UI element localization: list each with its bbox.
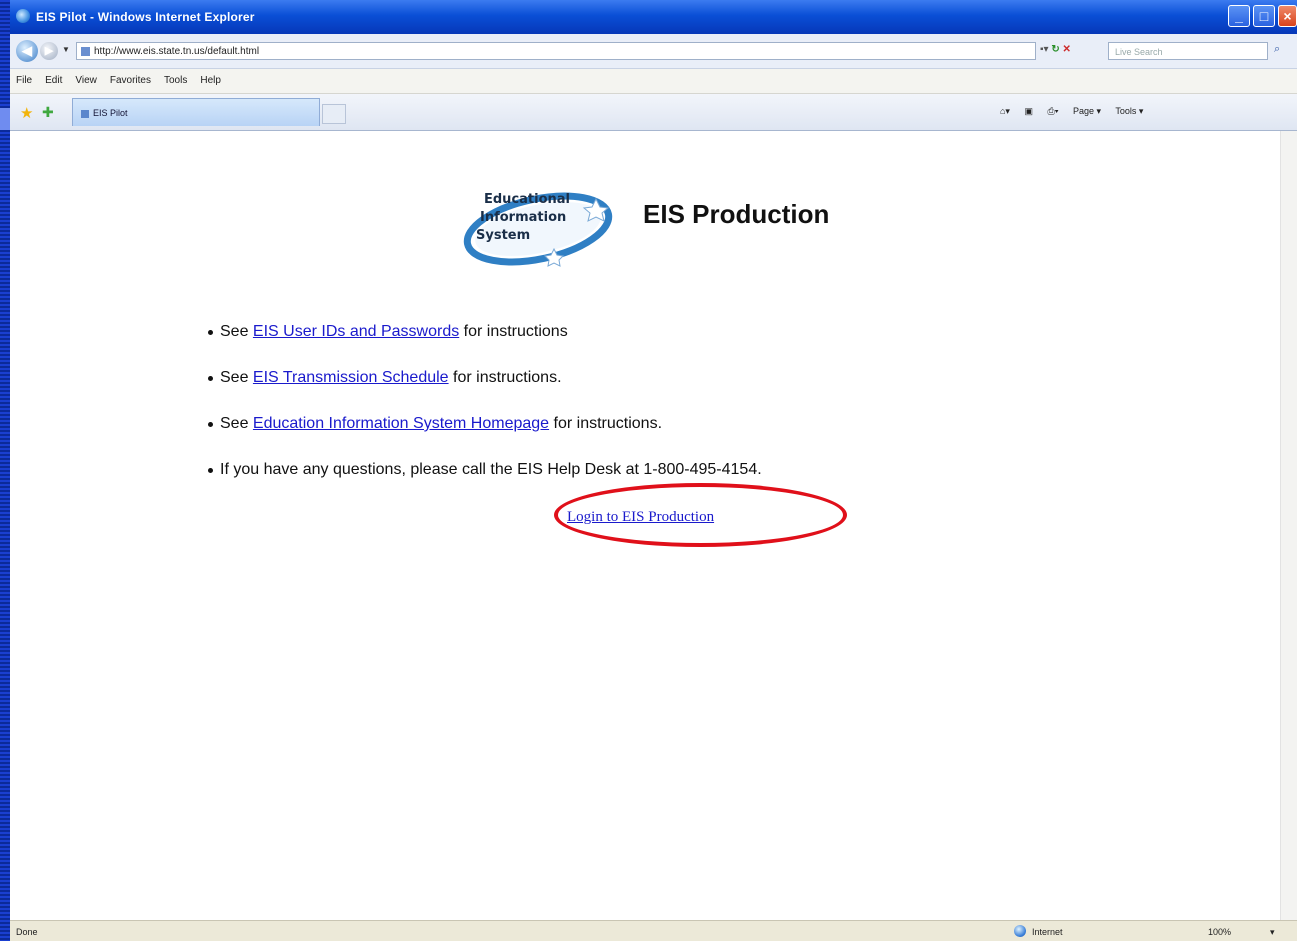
link-user-ids-passwords[interactable]: EIS User IDs and Passwords — [253, 323, 459, 340]
tab-page-icon — [81, 109, 89, 118]
zoom-level[interactable]: 100% — [1208, 927, 1231, 937]
eis-logo: Educational Information System — [462, 189, 614, 269]
item-prefix: See — [220, 415, 253, 432]
command-bar: ⌂▾ ▣ ⎙▾ Page ▾ Tools ▾ — [1000, 106, 1155, 117]
minimize-button[interactable]: _ — [1228, 5, 1250, 27]
status-bar: Done Internet 100% ▾ — [10, 920, 1297, 941]
page-content: Educational Information System EIS Produ… — [10, 131, 1280, 920]
maximize-button[interactable]: □ — [1253, 5, 1275, 27]
internet-zone-icon — [1014, 925, 1026, 937]
login-link[interactable]: Login to EIS Production — [567, 509, 714, 526]
search-icon[interactable]: ⌕ — [1274, 43, 1280, 56]
tab-label: EIS Pilot — [93, 108, 128, 118]
item-prefix: See — [220, 323, 253, 340]
browser-window: EIS Pilot - Windows Internet Explorer _ … — [10, 0, 1297, 941]
item-suffix: for instructions. — [549, 415, 663, 432]
logo-line-1: Educational — [484, 192, 571, 207]
menu-edit[interactable]: Edit — [45, 75, 62, 86]
link-transmission-schedule[interactable]: EIS Transmission Schedule — [253, 369, 449, 386]
menu-help[interactable]: Help — [200, 75, 221, 86]
history-dropdown-icon[interactable]: ▼ — [62, 45, 70, 54]
address-bar: ◀ ▶ ▼ http://www.eis.state.tn.us/default… — [10, 34, 1297, 69]
page-icon — [81, 46, 90, 56]
url-text: http://www.eis.state.tn.us/default.html — [94, 46, 260, 57]
favorites-bar: ★ ✚ EIS Pilot ⌂▾ ▣ ⎙▾ Page ▾ Tools ▾ — [10, 94, 1297, 131]
slide-background-band — [0, 0, 10, 941]
compatibility-icon[interactable]: ▪▾ — [1040, 44, 1049, 55]
page-title: EIS Production — [643, 199, 830, 229]
security-zone: Internet — [1032, 927, 1063, 937]
tools-menu[interactable]: Tools ▾ — [1115, 106, 1143, 116]
menu-file[interactable]: File — [16, 75, 32, 86]
page-menu[interactable]: Page ▾ — [1073, 106, 1101, 116]
item-suffix: for instructions. — [448, 369, 562, 386]
tab-eis-pilot[interactable]: EIS Pilot — [72, 98, 320, 126]
menu-view[interactable]: View — [75, 75, 97, 86]
item-suffix: for instructions — [459, 323, 568, 340]
favorites-star-icon[interactable]: ★ — [20, 104, 33, 122]
url-input[interactable]: http://www.eis.state.tn.us/default.html — [76, 42, 1036, 60]
address-actions: ▪▾ ↻ ✕ — [1040, 44, 1071, 55]
link-eis-homepage[interactable]: Education Information System Homepage — [253, 415, 549, 432]
stop-icon[interactable]: ✕ — [1063, 44, 1071, 55]
zoom-dropdown-icon[interactable]: ▾ — [1270, 927, 1275, 938]
logo-line-2: Information — [480, 210, 567, 225]
help-desk-text: If you have any questions, please call t… — [220, 461, 762, 478]
bullet-icon — [208, 376, 213, 381]
item-prefix: See — [220, 369, 253, 386]
logo-line-3: System — [476, 228, 531, 243]
new-tab-button[interactable] — [322, 104, 346, 124]
bullet-icon — [208, 330, 213, 335]
close-button[interactable]: × — [1278, 5, 1297, 27]
internet-explorer-icon — [16, 9, 30, 23]
title-bar: EIS Pilot - Windows Internet Explorer _ … — [10, 0, 1297, 34]
menu-favorites[interactable]: Favorites — [110, 75, 151, 86]
feeds-icon[interactable]: ▣ — [1024, 106, 1033, 116]
add-favorite-icon[interactable]: ✚ — [42, 104, 54, 121]
menu-tools[interactable]: Tools — [164, 75, 187, 86]
window-title: EIS Pilot - Windows Internet Explorer — [36, 10, 255, 24]
print-icon[interactable]: ⎙▾ — [1048, 106, 1059, 116]
vertical-scrollbar[interactable] — [1280, 131, 1297, 920]
bullet-icon — [208, 422, 213, 427]
status-text: Done — [16, 927, 38, 937]
refresh-icon[interactable]: ↻ — [1051, 44, 1059, 55]
menu-bar: File Edit View Favorites Tools Help — [10, 69, 1297, 94]
back-button[interactable]: ◀ — [16, 40, 38, 62]
bullet-icon — [208, 468, 213, 473]
search-input[interactable]: Live Search — [1108, 42, 1268, 60]
home-icon[interactable]: ⌂▾ — [1000, 106, 1010, 116]
forward-button[interactable]: ▶ — [40, 42, 58, 60]
